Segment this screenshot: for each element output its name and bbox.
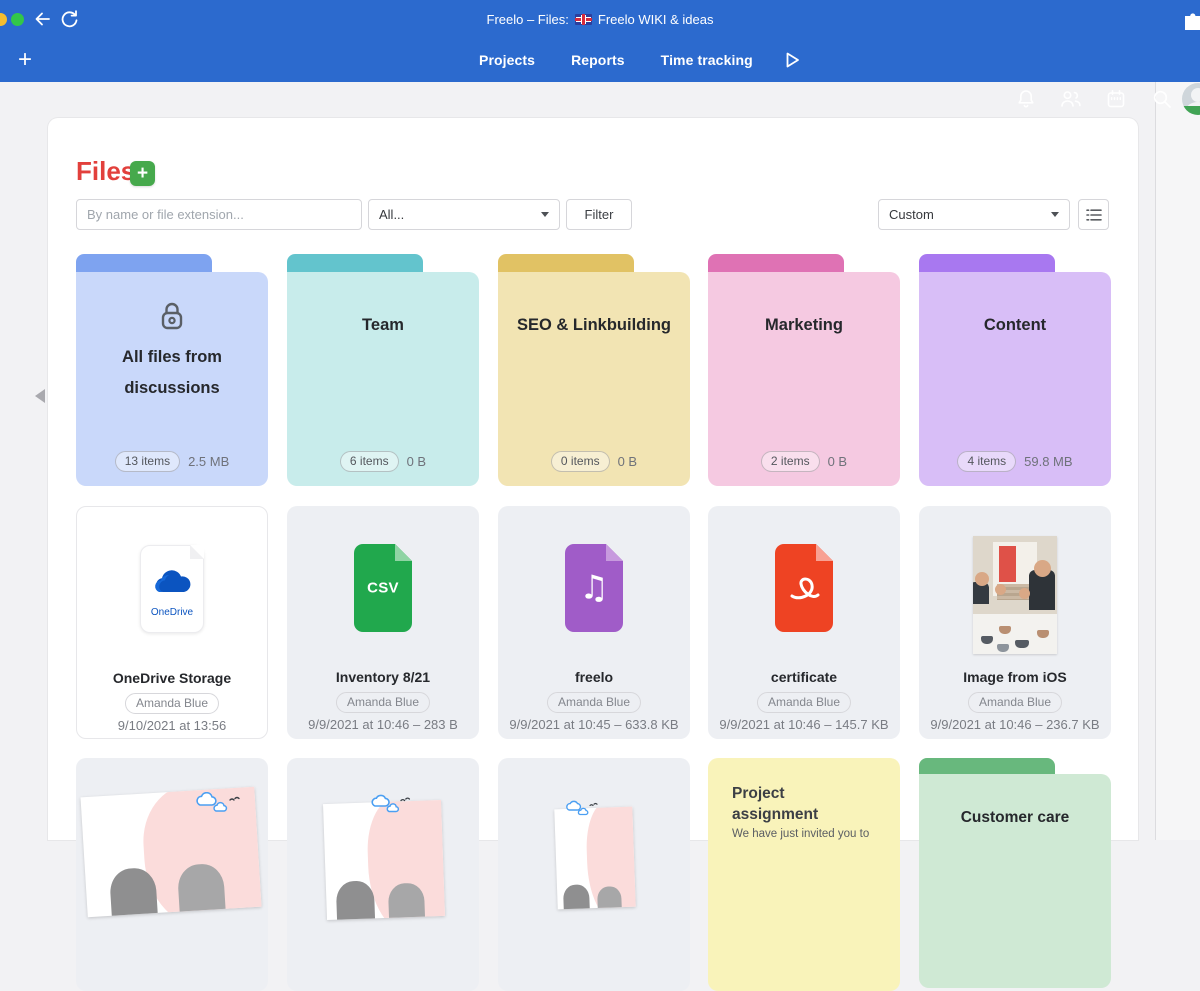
folder-name: Marketing (765, 316, 843, 334)
type-filter-select[interactable]: All... (368, 199, 560, 230)
search-input[interactable] (76, 199, 362, 230)
app-navbar: + Projects Reports Time tracking (0, 38, 1200, 115)
music-note-icon: ♫ (579, 567, 609, 607)
folder-card[interactable]: Team 6 items 0 B (287, 254, 479, 486)
folder-name: Team (362, 316, 404, 334)
add-button[interactable]: + (10, 45, 40, 75)
file-name: certificate (770, 669, 838, 685)
author-badge: Amanda Blue (967, 692, 1063, 713)
author-badge: Amanda Blue (335, 692, 431, 713)
onedrive-file-icon: OneDrive (140, 545, 204, 633)
add-file-button[interactable]: + (130, 161, 155, 186)
items-badge: 4 items (957, 451, 1017, 472)
folder-name: SEO & Linkbuilding (517, 316, 671, 334)
file-card[interactable]: ♫ freelo Amanda Blue 9/9/2021 at 10:45 –… (498, 506, 690, 739)
folder-size: 0 B (827, 454, 848, 469)
file-meta: 9/9/2021 at 10:46 – 145.7 KB (719, 717, 889, 732)
search-icon[interactable] (1150, 87, 1174, 111)
note-file-card[interactable]: Project assignment We have just invited … (708, 758, 900, 991)
file-name: Image from iOS (963, 669, 1067, 685)
nav-links: Projects Reports Time tracking (479, 38, 803, 82)
nav-time-tracking[interactable]: Time tracking (661, 52, 753, 68)
chevron-down-icon (541, 212, 549, 217)
nav-projects[interactable]: Projects (479, 52, 535, 68)
folder-card[interactable]: Marketing 2 items 0 B (708, 254, 900, 486)
image-file-card[interactable] (498, 758, 690, 991)
file-name: OneDrive Storage (112, 670, 232, 686)
calendar-icon[interactable] (1104, 87, 1128, 111)
file-meta: 9/9/2021 at 10:45 – 633.8 KB (509, 717, 679, 732)
panel-divider (1155, 82, 1156, 840)
file-card[interactable]: CSV Inventory 8/21 Amanda Blue 9/9/2021 … (287, 506, 479, 739)
image-thumbnail (973, 536, 1057, 654)
contacts-users-icon[interactable] (1058, 87, 1084, 111)
folder-size: 0 B (406, 454, 427, 469)
image-file-card[interactable] (76, 758, 268, 991)
filter-button[interactable]: Filter (566, 199, 632, 230)
file-name: freelo (574, 669, 614, 685)
extensions-puzzle-icon[interactable] (1183, 9, 1200, 31)
file-meta: 9/9/2021 at 10:46 – 283 B (308, 717, 458, 732)
window-title: Freelo – Files: Freelo WIKI & ideas (486, 11, 714, 27)
notifications-bell-icon[interactable] (1014, 87, 1038, 111)
folder-card[interactable]: All files from discussions 13 items 2.5 … (76, 254, 268, 486)
note-body: We have just invited you to (732, 828, 870, 840)
author-badge: Amanda Blue (756, 692, 852, 713)
author-badge: Amanda Blue (546, 692, 642, 713)
cloud-doodle-icon (194, 792, 242, 818)
folder-name: Content (983, 316, 1047, 334)
uk-flag-icon (574, 13, 592, 25)
sort-select[interactable]: Custom (878, 199, 1070, 230)
folder-card[interactable]: Content 4 items 59.8 MB (919, 254, 1111, 486)
folder-size: 0 B (617, 454, 638, 469)
chevron-down-icon (1051, 212, 1059, 217)
folder-size: 2.5 MB (188, 454, 230, 469)
file-card[interactable]: OneDrive OneDrive Storage Amanda Blue 9/… (76, 506, 268, 739)
page-title: Files (76, 156, 136, 186)
lock-icon (76, 298, 268, 334)
file-card[interactable]: Image from iOS Amanda Blue 9/9/2021 at 1… (919, 506, 1111, 739)
items-badge: 0 items (550, 451, 610, 472)
right-margin (1156, 82, 1200, 840)
file-meta: 9/10/2021 at 13:56 (117, 718, 227, 733)
sidebar-collapse-arrow-icon[interactable] (35, 389, 45, 403)
cloud-doodle-icon (564, 800, 600, 820)
nav-reports[interactable]: Reports (571, 52, 625, 68)
image-file-card[interactable] (287, 758, 479, 991)
items-badge: 13 items (114, 451, 181, 472)
window-titlebar: Freelo – Files: Freelo WIKI & ideas (0, 0, 1200, 38)
items-badge: 2 items (760, 451, 820, 472)
cloud-doodle-icon (369, 794, 413, 818)
folder-size: 59.8 MB (1024, 454, 1073, 469)
note-title: Project assignment (732, 785, 819, 823)
file-name: Inventory 8/21 (335, 669, 431, 685)
folder-name: All files from discussions (122, 348, 222, 397)
list-view-button[interactable] (1078, 199, 1109, 230)
file-meta: 9/9/2021 at 10:46 – 236.7 KB (930, 717, 1100, 732)
onedrive-label: OneDrive (150, 607, 194, 618)
file-card[interactable]: certificate Amanda Blue 9/9/2021 at 10:4… (708, 506, 900, 739)
play-timer-icon[interactable] (781, 49, 803, 71)
folder-name: Customer care (960, 809, 1070, 826)
folder-card[interactable]: Customer care (919, 758, 1111, 990)
user-avatar[interactable] (1182, 83, 1200, 115)
author-badge: Amanda Blue (124, 693, 220, 714)
items-badge: 6 items (339, 451, 399, 472)
folder-card[interactable]: SEO & Linkbuilding 0 items 0 B (498, 254, 690, 486)
